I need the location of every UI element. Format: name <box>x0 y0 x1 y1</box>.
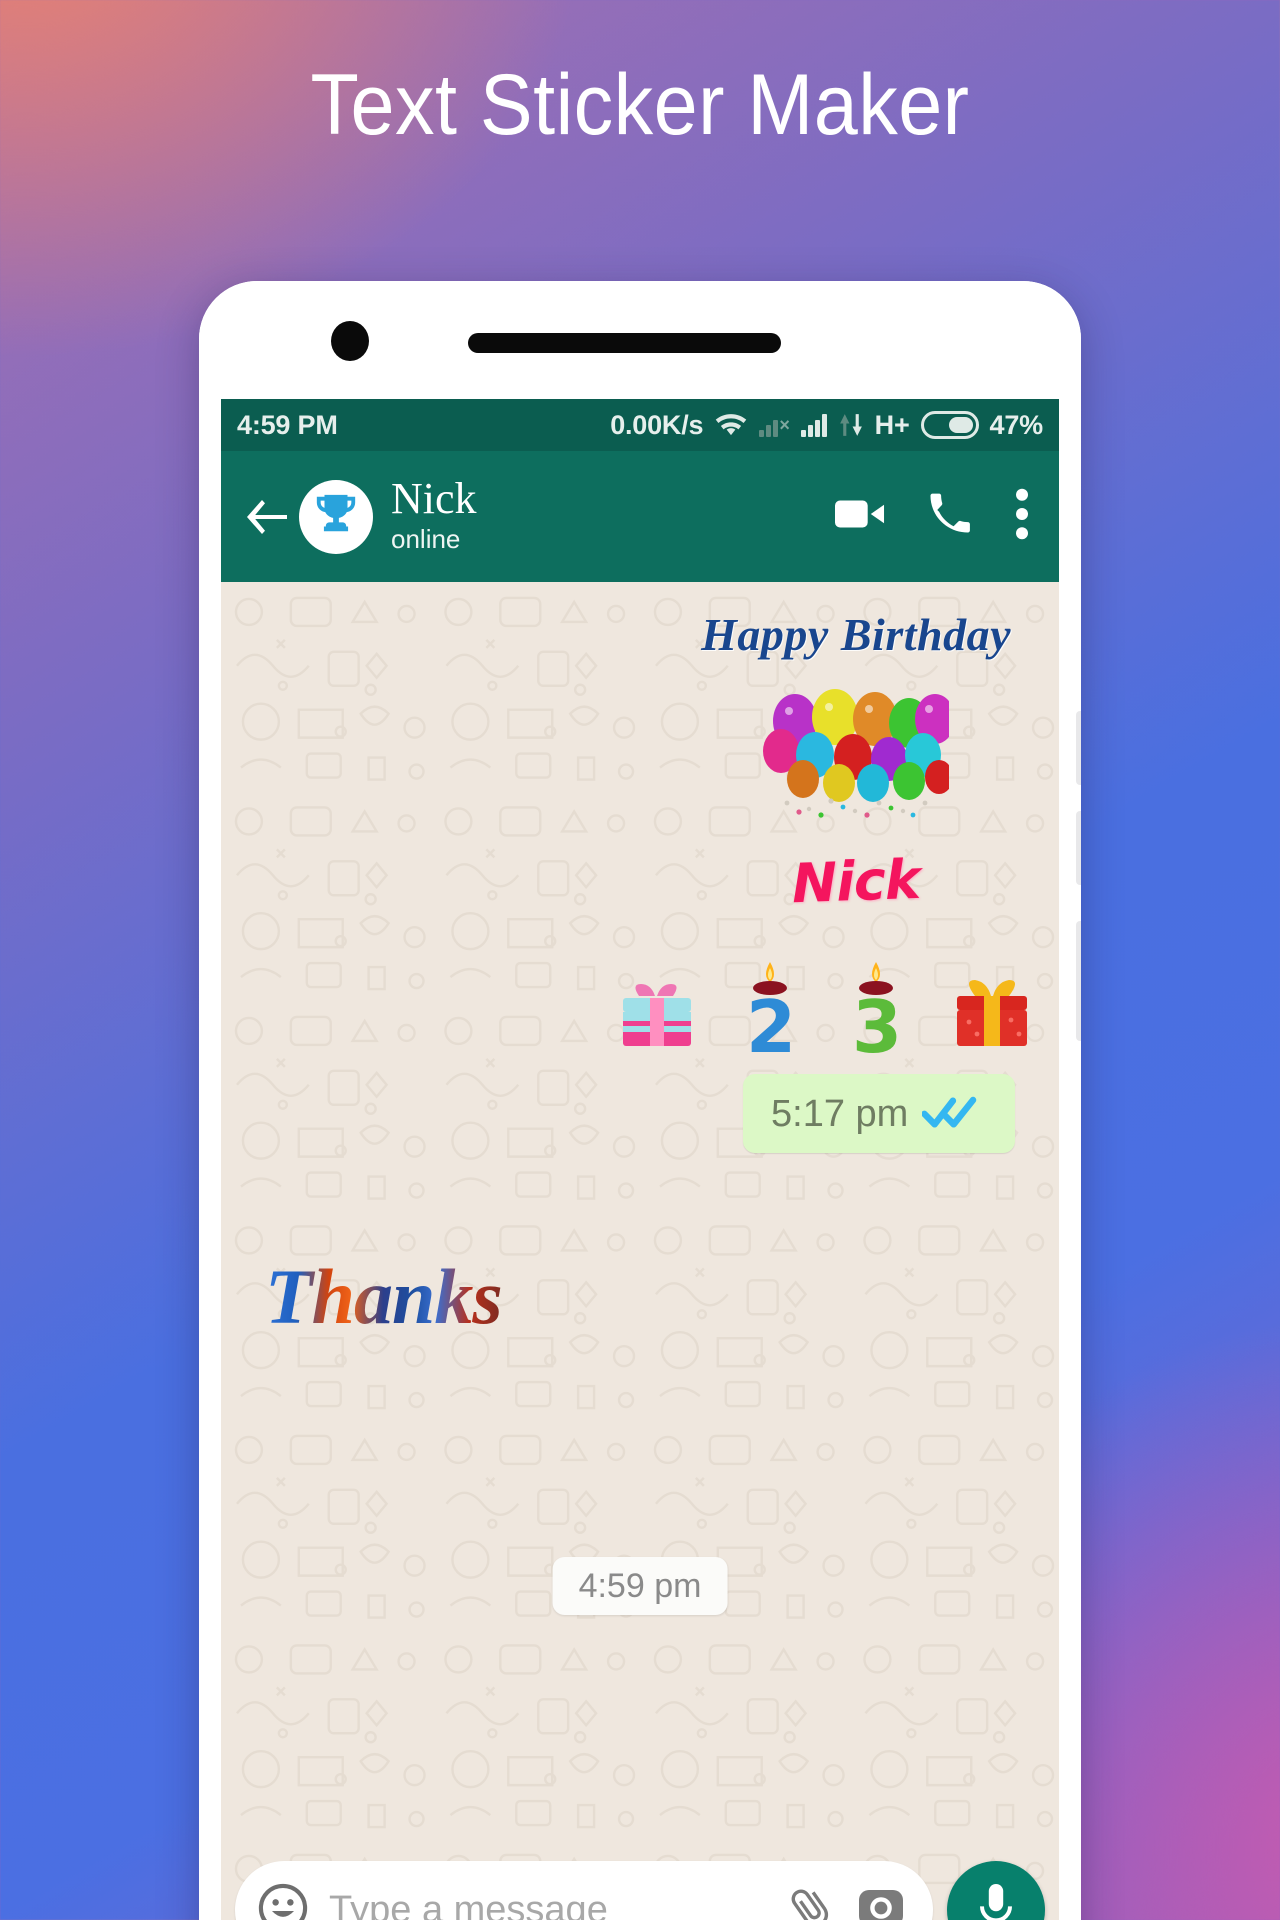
video-call-icon[interactable] <box>835 496 885 537</box>
chat-time-chip: 4:59 pm <box>552 1557 728 1615</box>
name-sticker-text: Nick <box>791 847 921 916</box>
balloons-sticker <box>763 679 956 824</box>
network-speed-label: 0.00K/s <box>610 409 704 440</box>
thanks-sticker-text[interactable]: Thanks <box>265 1252 503 1342</box>
candle-number-2-sticker: 2 <box>736 960 806 1069</box>
signal-no-service-icon: × <box>759 413 790 437</box>
contact-name: Nick <box>391 474 477 524</box>
svg-text:2: 2 <box>746 985 796 1058</box>
phone-bezel-top <box>199 281 1081 399</box>
gift-box-red-sticker <box>949 976 1035 1063</box>
phone-mockup: 4:59 PM 0.00K/s × H+ 47% Nick online Hap… <box>199 281 1081 1920</box>
trophy-avatar-icon <box>313 491 359 542</box>
double-check-read-icon <box>921 1092 980 1135</box>
message-timestamp: 5:17 pm <box>771 1092 909 1135</box>
happy-birthday-sticker-text: Happy Birthday <box>701 609 1011 660</box>
front-camera-icon <box>331 321 369 361</box>
voice-record-button[interactable] <box>947 1861 1045 1920</box>
phone-call-icon[interactable] <box>927 492 971 541</box>
volume-up-button[interactable] <box>1076 711 1081 785</box>
earpiece-speaker <box>468 333 781 353</box>
camera-icon[interactable] <box>855 1884 907 1920</box>
message-input-placeholder[interactable]: Type a message <box>329 1889 767 1920</box>
more-vertical-icon[interactable] <box>1013 488 1031 545</box>
message-input-bar: Type a message <box>221 1853 1059 1920</box>
status-time: 4:59 PM <box>237 409 338 440</box>
battery-icon <box>920 411 979 439</box>
outgoing-message-bubble[interactable]: 5:17 pm <box>743 1074 1015 1153</box>
signal-bars-icon <box>800 413 827 437</box>
back-arrow-icon[interactable] <box>239 489 295 545</box>
paperclip-icon[interactable] <box>787 1884 835 1920</box>
page-title: Text Sticker Maker <box>310 57 970 153</box>
signal-x-badge: × <box>779 414 790 435</box>
network-type-label: H+ <box>874 409 910 440</box>
candle-number-3-sticker: 3 <box>842 960 912 1069</box>
chat-message-list[interactable]: Happy Birthday Nick 2 3 5:17 pm Thanks 4… <box>221 582 1059 1920</box>
gift-box-pink-sticker <box>615 978 699 1063</box>
volume-down-button[interactable] <box>1076 811 1081 885</box>
battery-level-label: 47% <box>989 409 1044 440</box>
microphone-icon <box>973 1882 1019 1920</box>
phone-screen: 4:59 PM 0.00K/s × H+ 47% Nick online Hap… <box>221 399 1059 1920</box>
gift-sticker-row: 2 3 <box>615 960 1035 1069</box>
emoji-smiley-icon[interactable] <box>257 1882 309 1920</box>
wifi-icon <box>714 411 748 439</box>
avatar[interactable] <box>299 479 373 554</box>
data-updown-icon <box>838 411 864 439</box>
message-input-pill[interactable]: Type a message <box>235 1861 933 1920</box>
svg-text:3: 3 <box>852 985 902 1058</box>
power-button[interactable] <box>1076 921 1081 1041</box>
status-bar: 4:59 PM 0.00K/s × H+ 47% <box>221 399 1059 451</box>
chat-app-bar: Nick online <box>221 451 1059 582</box>
contact-info[interactable]: Nick online <box>391 474 477 555</box>
outgoing-sticker-message[interactable]: Happy Birthday Nick <box>701 608 1011 916</box>
contact-status: online <box>391 524 461 555</box>
